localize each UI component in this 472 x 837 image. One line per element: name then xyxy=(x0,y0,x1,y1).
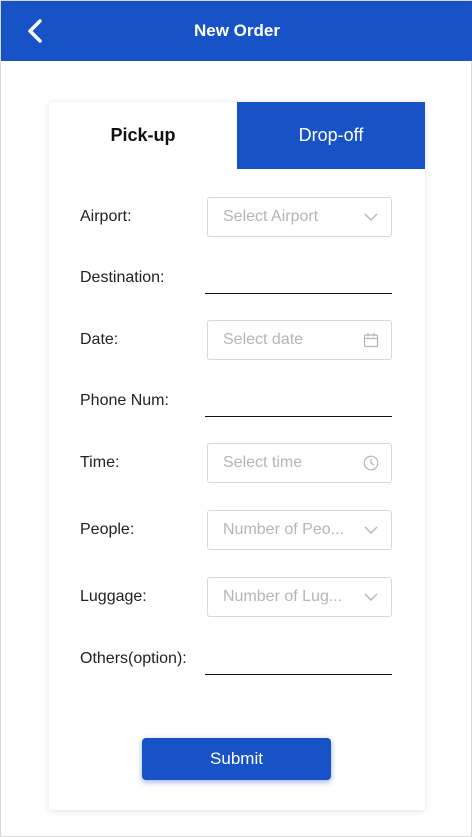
time-placeholder: Select time xyxy=(223,454,303,471)
others-row: Others(option): xyxy=(80,639,392,679)
order-type-tabs: Pick-up Drop-off xyxy=(49,102,425,169)
page-title: New Order xyxy=(194,21,280,40)
luggage-placeholder: Number of Lug... xyxy=(223,588,343,605)
chevron-down-icon xyxy=(364,526,378,534)
phone-label: Phone Num: xyxy=(80,392,169,409)
back-button[interactable] xyxy=(19,15,51,47)
tab-pick-up[interactable]: Pick-up xyxy=(49,102,237,169)
date-placeholder: Select date xyxy=(223,331,304,348)
chevron-left-icon xyxy=(28,19,42,43)
date-picker[interactable]: Select date xyxy=(207,320,392,360)
phone-input[interactable] xyxy=(205,391,392,417)
destination-input[interactable] xyxy=(205,268,392,294)
tab-drop-off[interactable]: Drop-off xyxy=(237,102,425,169)
time-label: Time: xyxy=(80,454,120,471)
people-placeholder: Number of Peo... xyxy=(223,521,344,538)
others-input[interactable] xyxy=(205,649,392,675)
airport-label: Airport: xyxy=(80,208,132,225)
date-label: Date: xyxy=(80,331,119,348)
people-row: People: Number of Peo... xyxy=(80,510,392,550)
others-label: Others(option): xyxy=(80,650,187,667)
chevron-down-icon xyxy=(364,213,378,221)
clock-icon xyxy=(363,455,379,471)
people-select[interactable]: Number of Peo... xyxy=(207,510,392,550)
airport-select[interactable]: Select Airport xyxy=(207,197,392,237)
submit-button[interactable]: Submit xyxy=(142,738,331,780)
destination-label: Destination: xyxy=(80,269,165,286)
app-frame: New Order Pick-up Drop-off Airport: Sele… xyxy=(0,0,472,837)
chevron-down-icon xyxy=(364,593,378,601)
luggage-label: Luggage: xyxy=(80,588,147,605)
calendar-icon xyxy=(363,333,379,348)
luggage-row: Luggage: Number of Lug... xyxy=(80,577,392,617)
people-label: People: xyxy=(80,521,135,538)
destination-row: Destination: xyxy=(80,258,392,298)
airport-row: Airport: Select Airport xyxy=(80,197,392,237)
order-form-card: Pick-up Drop-off Airport: Select Airport… xyxy=(49,102,425,810)
luggage-select[interactable]: Number of Lug... xyxy=(207,577,392,617)
time-row: Time: Select time xyxy=(80,443,392,483)
top-bar: New Order xyxy=(1,1,472,61)
date-row: Date: Select date xyxy=(80,320,392,360)
airport-placeholder: Select Airport xyxy=(223,208,319,225)
phone-row: Phone Num: xyxy=(80,381,392,421)
time-picker[interactable]: Select time xyxy=(207,443,392,483)
